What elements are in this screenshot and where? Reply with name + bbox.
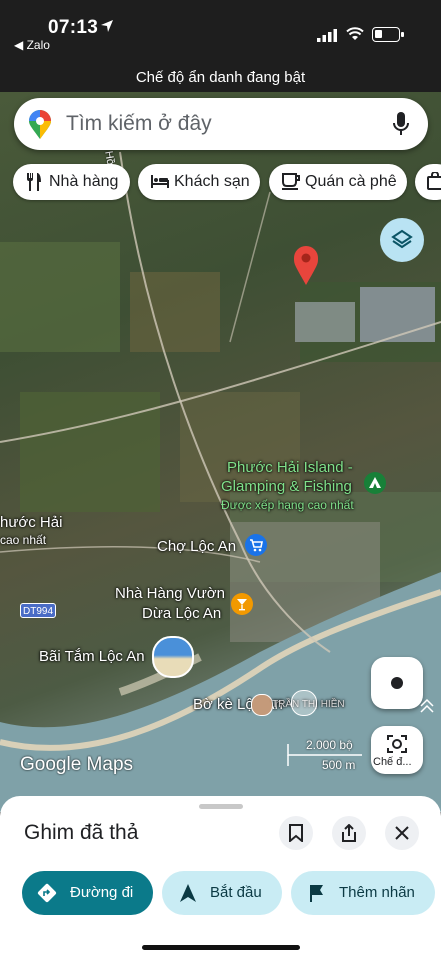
place-label[interactable]: hước Hải (0, 514, 62, 531)
place-label[interactable]: Nhà Hàng Vườn (115, 585, 225, 602)
scale-bar: 2.000 bộ 500 m (286, 738, 364, 772)
start-button[interactable]: Bắt đầu (162, 871, 282, 915)
share-icon (342, 824, 356, 842)
place-label[interactable]: Bãi Tắm Lộc An (39, 648, 145, 665)
close-button[interactable] (385, 816, 419, 850)
location-arrow-icon (101, 20, 113, 32)
add-label-label: Thêm nhãn (339, 884, 415, 901)
layers-button[interactable] (380, 218, 424, 262)
wifi-icon (346, 27, 364, 40)
back-to-app-link[interactable]: ◀ Zalo (14, 38, 50, 52)
avatar[interactable] (251, 694, 273, 716)
shopping-cart-icon[interactable] (245, 534, 267, 556)
chip-label: Khách sạn (174, 173, 250, 190)
place-label[interactable]: Glamping & Fishing (221, 478, 352, 495)
chip-restaurants[interactable]: Nhà hàng (13, 164, 130, 200)
directions-button[interactable]: Đường đi (22, 871, 153, 915)
place-label[interactable]: Dừa Lộc An (142, 605, 221, 622)
sheet-title: Ghim đã thả (24, 821, 139, 844)
home-indicator[interactable] (142, 945, 300, 950)
chip-hotels[interactable]: Khách sạn (138, 164, 260, 200)
scale-metric: 500 m (322, 758, 356, 772)
navigation-arrow-icon (180, 884, 196, 902)
campground-icon[interactable] (364, 472, 386, 494)
search-bar[interactable]: Tìm kiếm ở đây (14, 98, 428, 150)
start-label: Bắt đầu (210, 884, 262, 901)
lens-label: Chế đ... (373, 756, 412, 768)
drag-handle[interactable] (199, 804, 243, 809)
layers-icon (391, 229, 413, 249)
chip-coffee[interactable]: Quán cà phê (269, 164, 407, 200)
landmark-icon[interactable] (291, 690, 317, 716)
place-label[interactable]: Chợ Lộc An (157, 538, 236, 555)
google-maps-logo: Google Maps (20, 754, 134, 775)
google-maps-pin-icon (29, 110, 51, 139)
save-button[interactable] (279, 816, 313, 850)
scale-imperial: 2.000 bộ (306, 738, 353, 752)
hotel-icon (151, 175, 169, 188)
beach-photo-thumbnail[interactable] (152, 636, 194, 678)
place-rating: Được xếp hạng cao nhất (221, 498, 354, 512)
add-label-button[interactable]: Thêm nhãn (291, 871, 435, 915)
status-time: 07:13 (48, 17, 99, 38)
status-bar: 07:13 ◀ Zalo (0, 0, 441, 64)
camera-lens-icon (387, 735, 407, 753)
chevron-up-icon[interactable] (418, 697, 436, 715)
search-input[interactable]: Tìm kiếm ở đây (66, 112, 212, 136)
directions-label: Đường đi (70, 884, 134, 901)
cellular-signal-icon (317, 29, 337, 42)
battery-icon (372, 27, 404, 42)
microphone-icon[interactable] (392, 111, 410, 137)
directions-icon (37, 883, 57, 903)
coffee-icon (282, 173, 300, 190)
restaurant-icon (27, 173, 41, 191)
place-rating: cao nhất (0, 533, 47, 547)
bookmark-icon (289, 824, 303, 842)
shopping-bag-icon (427, 172, 441, 190)
incognito-banner: Chế độ ẩn danh đang bật (0, 64, 441, 92)
lens-button[interactable]: Chế đ... (371, 726, 423, 774)
place-label[interactable]: Phước Hải Island - (227, 459, 353, 476)
cocktail-icon[interactable] (231, 593, 253, 615)
flag-icon (310, 885, 323, 902)
my-location-icon (391, 677, 403, 689)
close-icon (395, 826, 409, 840)
chip-label: Nhà hàng (49, 173, 119, 190)
my-location-button[interactable] (371, 657, 423, 709)
route-shield: DT994 (20, 603, 56, 618)
chip-label: Quán cà phê (305, 173, 397, 190)
share-button[interactable] (332, 816, 366, 850)
dropped-pin-icon[interactable] (294, 246, 318, 285)
